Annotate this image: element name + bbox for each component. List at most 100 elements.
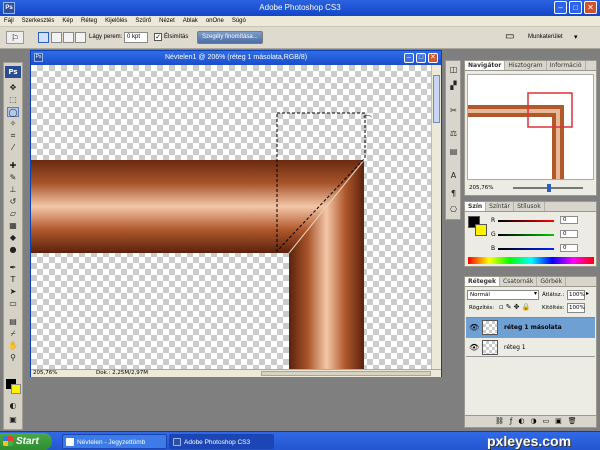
channel-g-slider[interactable] bbox=[498, 234, 554, 236]
antialias-checkbox[interactable]: ✓ bbox=[154, 33, 162, 41]
channel-b-value[interactable]: 0 bbox=[560, 244, 578, 252]
navigator-preview[interactable] bbox=[467, 74, 594, 180]
opacity-input[interactable]: 100% bbox=[567, 290, 585, 300]
magic-wand-tool-icon[interactable]: ✧ bbox=[7, 119, 19, 129]
brush-dock-icon[interactable]: ▞ bbox=[448, 81, 459, 91]
minimize-button[interactable]: – bbox=[554, 1, 567, 14]
type-tool-icon[interactable]: T bbox=[7, 275, 19, 285]
document-minimize-button[interactable]: – bbox=[404, 53, 414, 63]
document-size-info[interactable]: Dok.: 2,25M/2,97M bbox=[96, 370, 148, 377]
start-button[interactable]: Start bbox=[0, 433, 52, 450]
blend-chevron-down-icon[interactable]: ▾ bbox=[534, 290, 537, 297]
horizontal-scrollbar[interactable] bbox=[261, 371, 431, 376]
clone-stamp-tool-icon[interactable]: ⊥ bbox=[7, 185, 19, 195]
tab-styles[interactable]: Stílusok bbox=[514, 202, 545, 211]
channel-r-slider[interactable] bbox=[498, 220, 554, 222]
menu-layer[interactable]: Réteg bbox=[77, 18, 101, 24]
brush-tool-icon[interactable]: ✎ bbox=[7, 173, 19, 183]
layer-row[interactable]: 👁 réteg 1 bbox=[466, 337, 595, 357]
character-dock-icon[interactable]: A bbox=[448, 171, 459, 181]
quick-mask-icon[interactable]: ◐ bbox=[7, 401, 19, 411]
blend-mode-select[interactable]: Normál bbox=[467, 290, 539, 300]
maximize-button[interactable]: □ bbox=[569, 1, 582, 14]
menu-view[interactable]: Nézet bbox=[155, 18, 179, 24]
document-maximize-button[interactable]: □ bbox=[416, 53, 426, 63]
screen-mode-icon[interactable]: ▣ bbox=[7, 415, 19, 425]
tab-info[interactable]: Információ bbox=[547, 61, 586, 70]
actions-dock-icon[interactable]: ▤ bbox=[448, 147, 459, 157]
vertical-scrollbar[interactable] bbox=[431, 65, 441, 369]
pen-tool-icon[interactable]: ✒ bbox=[7, 263, 19, 273]
healing-brush-tool-icon[interactable]: ✚ bbox=[7, 161, 19, 171]
taskbar-item-photoshop[interactable]: Adobe Photoshop CS3 bbox=[169, 434, 274, 449]
menu-help[interactable]: Súgó bbox=[228, 18, 250, 24]
color-spectrum-bar[interactable] bbox=[468, 257, 594, 264]
tool-preset-picker[interactable]: ⚐ bbox=[6, 31, 24, 44]
menu-edit[interactable]: Szerkesztés bbox=[18, 18, 59, 24]
menu-file[interactable]: Fájl bbox=[0, 18, 18, 24]
hand-tool-icon[interactable]: ✋ bbox=[7, 341, 19, 351]
image-canvas[interactable]: ⌒ bbox=[31, 65, 431, 369]
menu-select[interactable]: Kijelölés bbox=[101, 18, 131, 24]
tools-dock-icon[interactable]: ✂ bbox=[448, 106, 459, 116]
channel-g-value[interactable]: 0 bbox=[560, 230, 578, 238]
zoom-tool-icon[interactable]: ⚲ bbox=[7, 353, 19, 363]
color-background-swatch[interactable] bbox=[475, 224, 487, 236]
menu-window[interactable]: Ablak bbox=[179, 18, 202, 24]
background-color-swatch[interactable] bbox=[11, 384, 21, 394]
shape-tool-icon[interactable]: ▭ bbox=[7, 299, 19, 309]
layer-name[interactable]: réteg 1 másolata bbox=[504, 324, 562, 331]
lock-icons[interactable]: ▫✎✥🔒 bbox=[499, 303, 532, 311]
marquee-tool-icon[interactable]: ⬚ bbox=[7, 95, 19, 105]
tab-layers[interactable]: Rétegek bbox=[465, 277, 500, 286]
add-selection-icon[interactable] bbox=[51, 32, 62, 43]
tab-swatches[interactable]: Színtár bbox=[486, 202, 515, 211]
gradient-tool-icon[interactable]: ▦ bbox=[7, 221, 19, 231]
clone-source-dock-icon[interactable]: ⚖ bbox=[448, 129, 459, 139]
workspace-label[interactable]: Munkaterület bbox=[528, 34, 563, 40]
navigator-zoom-thumb[interactable] bbox=[547, 184, 551, 192]
eyedropper-tool-icon[interactable]: ⌿ bbox=[7, 329, 19, 339]
navigator-zoom-value[interactable]: 205,76% bbox=[469, 185, 493, 191]
tab-navigator[interactable]: Navigátor bbox=[465, 61, 506, 70]
tab-histogram[interactable]: Hisztogram bbox=[505, 61, 547, 70]
channel-r-value[interactable]: 0 bbox=[560, 216, 578, 224]
layer-row[interactable]: 👁 réteg 1 másolata bbox=[466, 317, 595, 337]
opacity-chevron-icon[interactable]: ▸ bbox=[586, 290, 589, 297]
document-close-button[interactable]: ✕ bbox=[428, 53, 438, 63]
intersect-selection-icon[interactable] bbox=[75, 32, 86, 43]
menu-onone[interactable]: onOne bbox=[202, 18, 228, 24]
move-tool-icon[interactable]: ✥ bbox=[7, 83, 19, 93]
chevron-down-icon[interactable]: ▾ bbox=[574, 33, 578, 41]
dodge-tool-icon[interactable]: ● bbox=[7, 245, 19, 255]
notes-tool-icon[interactable]: ▤ bbox=[7, 317, 19, 327]
close-button[interactable]: ✕ bbox=[584, 1, 597, 14]
blur-tool-icon[interactable]: ◆ bbox=[7, 233, 19, 243]
eye-icon[interactable]: 👁 bbox=[469, 343, 479, 352]
path-selection-tool-icon[interactable]: ➤ bbox=[7, 287, 19, 297]
paragraph-dock-icon[interactable]: ¶ bbox=[448, 189, 459, 199]
tab-channels[interactable]: Csatornák bbox=[500, 277, 538, 286]
tab-curves[interactable]: Görbék bbox=[537, 277, 567, 286]
menu-image[interactable]: Kép bbox=[58, 18, 77, 24]
tab-color[interactable]: Szín bbox=[465, 202, 487, 211]
document-zoom-readout[interactable]: 205,76% bbox=[33, 370, 57, 377]
layers-footer-icons[interactable]: ⛓ƒ◐◑▭▣🗑 bbox=[465, 415, 596, 427]
layer-name[interactable]: réteg 1 bbox=[504, 344, 526, 351]
slice-tool-icon[interactable]: ⁄ bbox=[7, 143, 19, 153]
navigator-dock-icon[interactable]: ◫ bbox=[448, 65, 459, 75]
history-dock-icon[interactable]: ⎔ bbox=[448, 205, 459, 215]
feather-input[interactable]: 0 kpt bbox=[124, 32, 148, 43]
subtract-selection-icon[interactable] bbox=[63, 32, 74, 43]
menu-filter[interactable]: Szűrő bbox=[131, 18, 155, 24]
refine-edge-button[interactable]: Szegély finomítása... bbox=[197, 31, 263, 44]
eraser-tool-icon[interactable]: ▱ bbox=[7, 209, 19, 219]
vertical-scroll-thumb[interactable] bbox=[433, 75, 440, 123]
eye-icon[interactable]: 👁 bbox=[469, 323, 479, 332]
lasso-tool-icon[interactable]: ◯ bbox=[7, 107, 19, 117]
history-brush-tool-icon[interactable]: ↺ bbox=[7, 197, 19, 207]
taskbar-item-notepad[interactable]: Névtelen - Jegyzettömb bbox=[62, 434, 167, 449]
channel-b-slider[interactable] bbox=[498, 248, 554, 250]
fill-input[interactable]: 100% bbox=[567, 303, 585, 313]
crop-tool-icon[interactable]: ⌗ bbox=[7, 131, 19, 141]
